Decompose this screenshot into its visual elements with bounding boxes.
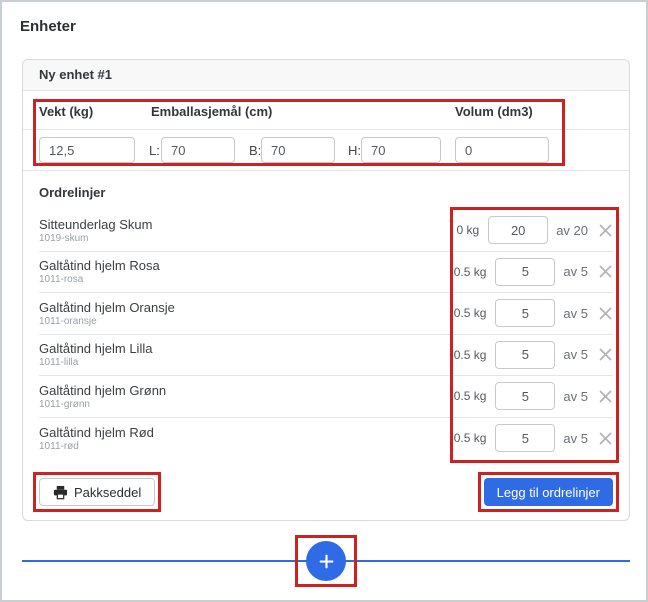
orderline-code: 1011-lilla [39,357,152,368]
orderline-quantity-input[interactable] [495,341,555,369]
orderline-controls: 0.5 kg av 5 [454,424,613,452]
orderline-code: 1011-oransje [39,316,175,327]
orderline-quantity-input[interactable] [495,258,555,286]
orderline-available: av 5 [563,306,588,321]
close-icon[interactable] [598,223,613,238]
orderline-name: Galtåtind hjelm Oransje [39,300,175,315]
orderline-available: av 5 [563,431,588,446]
close-icon[interactable] [598,306,613,321]
orderline-code: 1011-grønn [39,399,166,410]
orderline-available: av 5 [563,264,588,279]
orderline-weight: 0 kg [457,223,480,237]
length-input[interactable] [161,137,235,163]
orderline-info: Galtåtind hjelm Rød 1011-rød [39,425,154,452]
add-orderlines-button-label: Legg til ordrelinjer [497,485,600,500]
orderline-quantity-input[interactable] [495,299,555,327]
weight-label: Vekt (kg) [39,104,93,119]
orderline-name: Galtåtind hjelm Rosa [39,258,160,273]
orderline-row: Galtåtind hjelm Oransje 1011-oransje 0.5… [39,293,613,335]
orderline-weight: 0.5 kg [454,348,487,362]
weight-input[interactable] [39,137,135,163]
orderline-info: Galtåtind hjelm Oransje 1011-oransje [39,300,175,327]
unit-card: Ny enhet #1 Vekt (kg) Emballasjemål (cm)… [22,59,630,521]
orderline-weight: 0.5 kg [454,306,487,320]
add-unit-strip [22,541,630,581]
orderline-name: Sitteunderlag Skum [39,217,152,232]
page-title: Enheter [20,18,76,35]
orderline-name: Galtåtind hjelm Grønn [39,383,166,398]
printer-icon [53,485,68,500]
close-icon[interactable] [598,347,613,362]
packslip-button[interactable]: Pakkseddel [39,478,155,506]
orderlines-title: Ordrelinjer [23,171,629,210]
orderline-quantity-input[interactable] [495,382,555,410]
orderline-controls: 0.5 kg av 5 [454,258,613,286]
orderline-controls: 0.5 kg av 5 [454,299,613,327]
orderline-quantity-input[interactable] [488,216,548,244]
unit-fields-section: Vekt (kg) Emballasjemål (cm) Volum (dm3)… [23,91,629,171]
orderline-weight: 0.5 kg [454,431,487,445]
orderline-row: Galtåtind hjelm Grønn 1011-grønn 0.5 kg … [39,376,613,418]
volume-label: Volum (dm3) [455,104,533,119]
orderline-code: 1011-rød [39,441,154,452]
orderline-row: Galtåtind hjelm Rosa 1011-rosa 0.5 kg av… [39,252,613,294]
volume-input[interactable] [455,137,549,163]
add-unit-button[interactable] [306,541,346,581]
orderline-controls: 0 kg av 20 [457,216,614,244]
orderline-controls: 0.5 kg av 5 [454,341,613,369]
orderline-available: av 5 [563,389,588,404]
orderline-available: av 20 [556,223,588,238]
close-icon[interactable] [598,431,613,446]
field-inputs-row: L: B: H: [23,130,629,171]
length-label: L: [149,143,160,158]
orderline-weight: 0.5 kg [454,265,487,279]
enheter-panel: Enheter Ny enhet #1 Vekt (kg) Emballasje… [0,0,648,602]
close-icon[interactable] [598,264,613,279]
orderline-name: Galtåtind hjelm Rød [39,425,154,440]
orderline-info: Galtåtind hjelm Rosa 1011-rosa [39,258,160,285]
height-label: H: [348,143,361,158]
orderlines-list: Sitteunderlag Skum 1019-skum 0 kg av 20 [39,210,613,459]
height-input[interactable] [361,137,441,163]
orderline-code: 1011-rosa [39,274,160,285]
dimensions-label: Emballasjemål (cm) [151,104,272,119]
card-footer: Pakkseddel Legg til ordrelinjer [39,478,613,506]
orderline-info: Sitteunderlag Skum 1019-skum [39,217,152,244]
orderline-name: Galtåtind hjelm Lilla [39,341,152,356]
orderline-row: Galtåtind hjelm Lilla 1011-lilla 0.5 kg … [39,335,613,377]
packslip-button-label: Pakkseddel [74,485,141,500]
orderline-info: Galtåtind hjelm Lilla 1011-lilla [39,341,152,368]
orderline-row: Sitteunderlag Skum 1019-skum 0 kg av 20 [39,210,613,252]
orderline-weight: 0.5 kg [454,389,487,403]
orderline-info: Galtåtind hjelm Grønn 1011-grønn [39,383,166,410]
close-icon[interactable] [598,389,613,404]
plus-icon [318,553,335,570]
width-input[interactable] [261,137,335,163]
orderline-quantity-input[interactable] [495,424,555,452]
orderline-row: Galtåtind hjelm Rød 1011-rød 0.5 kg av 5 [39,418,613,460]
add-orderlines-button[interactable]: Legg til ordrelinjer [484,478,613,506]
field-labels-row: Vekt (kg) Emballasjemål (cm) Volum (dm3) [23,91,629,130]
orderline-available: av 5 [563,347,588,362]
orderline-controls: 0.5 kg av 5 [454,382,613,410]
unit-card-header: Ny enhet #1 [23,60,629,91]
orderline-code: 1019-skum [39,233,152,244]
width-label: B: [249,143,261,158]
